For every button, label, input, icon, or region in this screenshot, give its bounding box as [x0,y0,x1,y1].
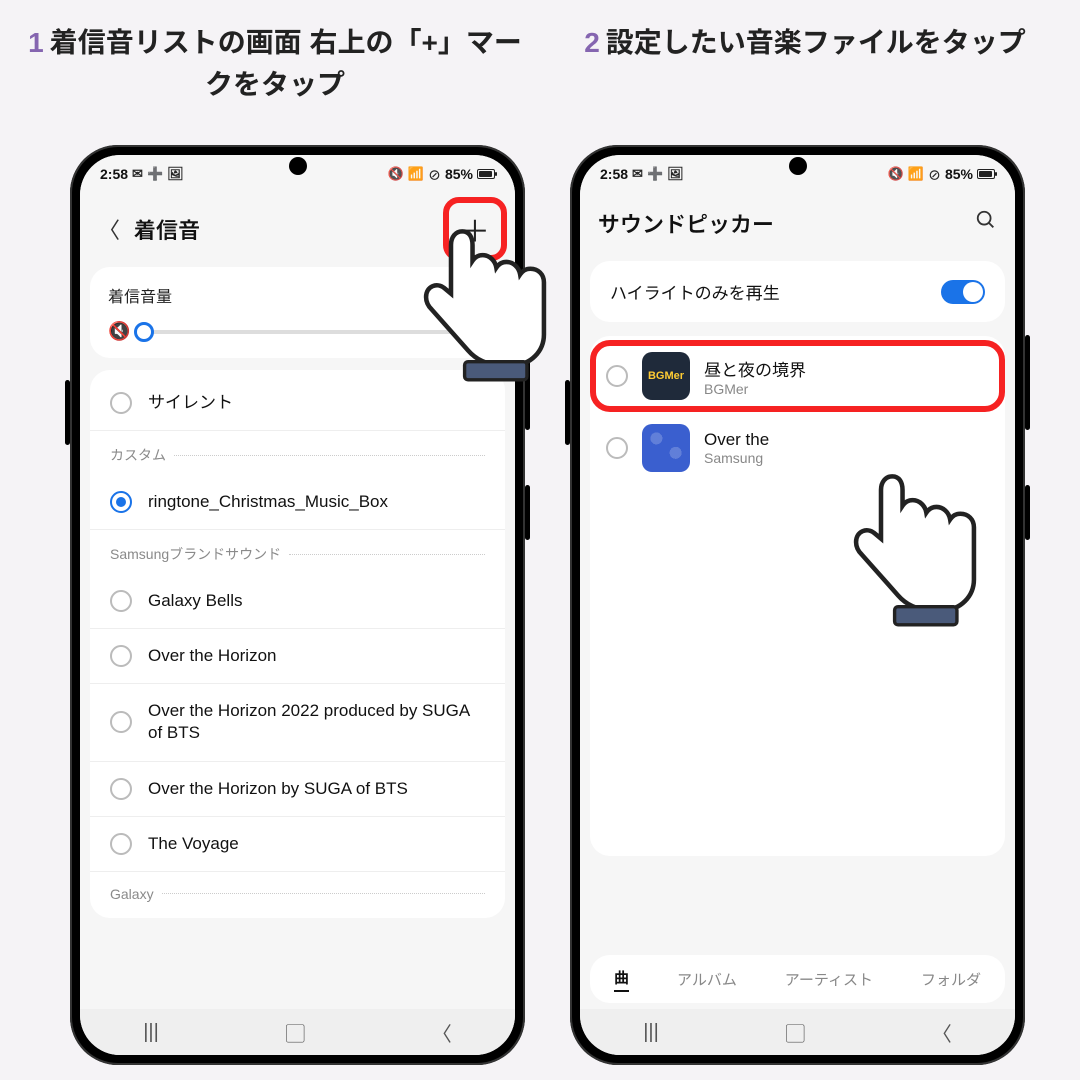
page-title: サウンドピッカー [598,207,774,239]
image-status-icon: 🖼 [167,166,184,182]
no-data-icon: ⊘ [928,165,941,184]
ringtone-row[interactable]: Over the Horizon [90,629,505,684]
page-title: 着信音 [134,213,200,245]
clock: 2:58 [100,166,128,182]
highlight-label: ハイライトのみを再生 [610,279,780,304]
battery-percent: 85% [445,166,473,182]
phone-frame-left: 2:58 ✉ ➕ 🖼 🔇 📶 ⊘ 85% 〈 着信音 ＋ [70,145,525,1065]
radio-unchecked[interactable] [110,833,132,855]
gmail-icon: ✉ [132,166,143,182]
highlight-toggle-row[interactable]: ハイライトのみを再生 [590,261,1005,322]
battery-icon [977,169,995,179]
recent-apps-button[interactable]: ||| [143,1021,159,1044]
image-status-icon: 🖼 [667,166,684,182]
no-data-icon: ⊘ [428,165,441,184]
back-icon[interactable]: 〈 [98,213,120,245]
highlight-box [443,197,507,261]
step-number-2: 2 [584,27,600,58]
gmail-icon: ✉ [632,166,643,182]
android-nav-bar: ||| ▢ 〈 [80,1009,515,1055]
clock: 2:58 [600,166,628,182]
song-row-1[interactable]: BGMer 昼と夜の境界 BGMer [590,340,1005,412]
back-button[interactable]: 〈 [432,1018,452,1047]
battery-icon [477,169,495,179]
radio-checked[interactable] [110,491,132,513]
tab-artists[interactable]: アーティスト [785,969,873,990]
volume-label: 着信音量 [108,283,487,307]
album-cover: BGMer [642,352,690,400]
toggle-on[interactable] [941,280,985,304]
android-nav-bar: ||| ▢ 〈 [580,1009,1015,1055]
tab-songs[interactable]: 曲 [614,967,629,992]
radio-unchecked[interactable] [110,590,132,612]
wifi-icon: 📶 [408,166,424,182]
camera-notch [289,157,307,175]
plus-status-icon: ➕ [647,166,663,182]
step-number-1: 1 [28,27,44,58]
tab-folders[interactable]: フォルダ [921,969,981,990]
instruction-1: 1着信音リストの画面 右上の「+」マークをタップ [15,22,535,106]
recent-apps-button[interactable]: ||| [643,1021,659,1044]
home-button[interactable]: ▢ [285,1018,305,1047]
instruction-2: 2設定したい音楽ファイルをタップ [545,22,1065,64]
battery-percent: 85% [945,166,973,182]
song-row-2[interactable]: Over the Samsung [590,412,1005,484]
song-artist: BGMer [704,381,806,397]
ringtone-row[interactable]: Over the Horizon 2022 produced by SUGA o… [90,684,505,761]
volume-slider[interactable] [144,330,487,334]
header: サウンドピッカー [580,193,1015,255]
song-list: BGMer 昼と夜の境界 BGMer Over the Samsung [590,336,1005,856]
radio-unchecked[interactable] [110,392,132,414]
volume-mute-icon[interactable]: 🔇 [108,321,130,342]
song-artist: Samsung [704,450,769,466]
tab-albums[interactable]: アルバム [677,969,737,990]
radio-unchecked[interactable] [110,645,132,667]
plus-status-icon: ➕ [147,166,163,182]
ringtone-row-silent[interactable]: サイレント [90,376,505,431]
radio-unchecked[interactable] [606,437,628,459]
ringtone-row[interactable]: The Voyage [90,817,505,872]
ringtone-list: サイレント カスタム ringtone_Christmas_Music_Box … [90,370,505,918]
header: 〈 着信音 ＋ [80,193,515,267]
mute-icon: 🔇 [388,166,404,182]
ringtone-row-custom[interactable]: ringtone_Christmas_Music_Box [90,475,505,530]
camera-notch [789,157,807,175]
section-samsung: Samsungブランドサウンド [90,530,505,574]
ringtone-row[interactable]: Galaxy Bells [90,574,505,629]
ringtone-row[interactable]: Over the Horizon by SUGA of BTS [90,762,505,817]
radio-unchecked[interactable] [110,778,132,800]
radio-unchecked[interactable] [606,365,628,387]
radio-unchecked[interactable] [110,711,132,733]
song-title: 昼と夜の境界 [704,356,806,381]
song-title: Over the [704,430,769,450]
section-galaxy: Galaxy [90,872,505,912]
back-button[interactable]: 〈 [932,1018,952,1047]
volume-card: 着信音量 🔇 [90,267,505,358]
home-button[interactable]: ▢ [785,1018,805,1047]
search-icon[interactable] [975,209,997,237]
add-button[interactable]: ＋ [453,207,497,251]
wifi-icon: 📶 [908,166,924,182]
album-cover [642,424,690,472]
phone-frame-right: 2:58 ✉ ➕ 🖼 🔇 📶 ⊘ 85% サウンドピッカー [570,145,1025,1065]
mute-icon: 🔇 [888,166,904,182]
bottom-tabs: 曲 アルバム アーティスト フォルダ [590,955,1005,1003]
slider-thumb[interactable] [134,322,154,342]
section-custom: カスタム [90,431,505,475]
